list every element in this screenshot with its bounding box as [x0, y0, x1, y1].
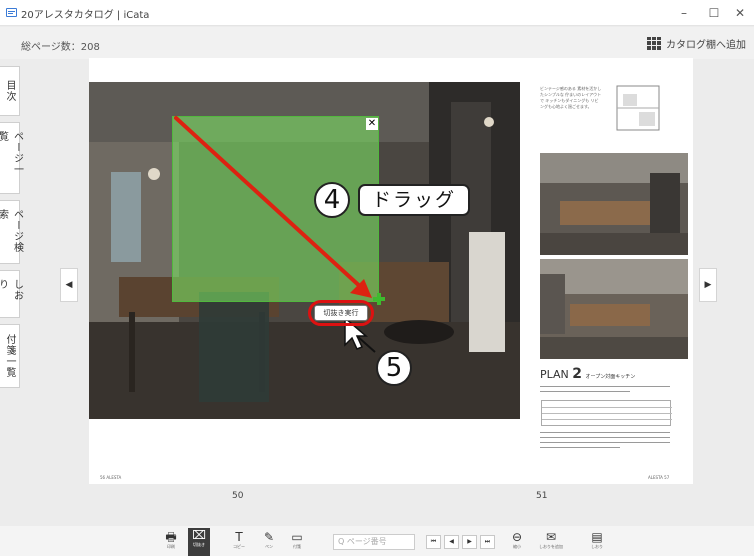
crop-label: 切抜き	[193, 542, 205, 547]
pen-button[interactable]: ✎ ペン	[258, 530, 280, 554]
zoom-out-icon: ⊖	[511, 530, 523, 544]
bottom-toolbar: 🖶 印刷 ⌧ 切抜き T コピー ✎ ペン ▭ 付箋 Q ページ番号 ⏮ ◀ ▶…	[0, 526, 754, 556]
right-photo-bottom-illustration	[540, 259, 688, 359]
next-button[interactable]: ▶	[462, 535, 477, 549]
bookmark-icon: ▤	[591, 530, 603, 544]
last-page-button[interactable]: ⏭	[480, 535, 495, 549]
zoom-out-button[interactable]: ⊖ 縮小	[506, 530, 528, 554]
right-footer: ALESTA 57	[648, 475, 670, 480]
crosshair-plus-icon	[373, 293, 385, 305]
left-footer: 56 ALESTA	[100, 475, 122, 480]
add-bookmark-button[interactable]: ✉ しおりを追加	[532, 530, 570, 554]
zoom-out-label: 縮小	[513, 544, 521, 549]
page-search-input[interactable]: Q ページ番号	[333, 534, 415, 550]
print-label: 印刷	[167, 544, 175, 549]
print-icon: 🖶	[165, 530, 177, 544]
first-page-button[interactable]: ⏮	[426, 535, 441, 549]
pen-label: ペン	[265, 544, 273, 549]
bookmark-label: しおり	[591, 544, 603, 549]
left-page-number: 50	[232, 491, 244, 501]
execute-crop-button[interactable]: 切抜き実行	[314, 305, 368, 321]
callout-step-5: 5	[376, 350, 412, 386]
plan-description: オープン対面キッチン	[585, 374, 636, 380]
pen-icon: ✎	[263, 530, 275, 544]
callout-step-4: 4	[314, 182, 350, 218]
sticky-note-icon: ▭	[291, 530, 303, 544]
right-photo-top	[540, 153, 688, 255]
floor-plan-thumb	[616, 85, 660, 131]
crop-icon: ⌧	[192, 528, 206, 542]
plan-notes-lines	[540, 432, 670, 452]
plan-spec-table	[541, 400, 672, 426]
copy-label: コピー	[233, 544, 245, 549]
right-intro-text: ビンテージ感のある 素材を活かしたシンプルな 佇まいのレイアウトで キッチンもダ…	[540, 86, 602, 109]
sticky-label: 付箋	[293, 544, 301, 549]
plan-label: PLAN	[540, 368, 569, 381]
right-photo-top-illustration	[540, 153, 688, 255]
right-page-number: 51	[536, 491, 548, 501]
callout-drag-label: ドラッグ	[358, 184, 470, 216]
plan-number: 2	[572, 366, 583, 382]
add-bookmark-label: しおりを追加	[539, 544, 563, 549]
copy-text-button[interactable]: T コピー	[228, 530, 250, 554]
plan-heading: PLAN 2 オープン対面キッチン	[540, 366, 635, 382]
bookmark-button[interactable]: ▤ しおり	[586, 530, 608, 554]
right-photo-bottom	[540, 259, 688, 359]
text-icon: T	[235, 530, 243, 544]
print-button[interactable]: 🖶 印刷	[160, 530, 182, 554]
sticky-button[interactable]: ▭ 付箋	[286, 530, 308, 554]
prev-button[interactable]: ◀	[444, 535, 459, 549]
mail-icon: ✉	[545, 530, 557, 544]
crop-button[interactable]: ⌧ 切抜き	[188, 528, 210, 556]
plan-text-lines	[540, 386, 670, 396]
